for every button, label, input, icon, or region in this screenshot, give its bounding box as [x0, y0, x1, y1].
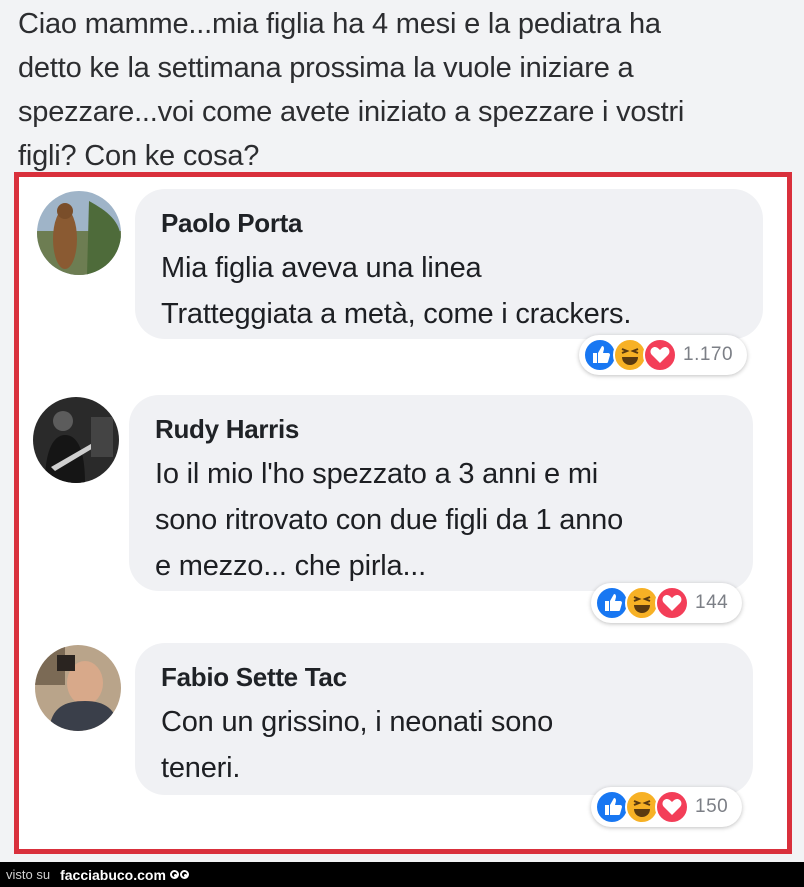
comment-line: Mia figlia aveva una linea — [161, 252, 482, 284]
reaction-icons — [595, 790, 689, 824]
eyes-logo-icon — [169, 870, 190, 879]
comment-line: teneri. — [161, 752, 241, 784]
comment-text: Io il mio l'ho spezzato a 3 anni e mi so… — [155, 451, 727, 589]
comment-line: Tratteggiata a metà, come i crackers. — [161, 298, 632, 330]
post-text: Ciao mamme...mia figlia ha 4 mesi e la p… — [18, 2, 798, 178]
comment-line: sono ritrovato con due figli da 1 anno — [155, 504, 623, 536]
reaction-count: 150 — [695, 796, 729, 817]
comment-text: Con un grissino, i neonati sono teneri. — [161, 699, 727, 791]
comment-bubble: Rudy Harris Io il mio l'ho spezzato a 3 … — [129, 395, 753, 591]
footer-visto-label: visto su — [6, 867, 51, 882]
reaction-count: 1.170 — [683, 344, 734, 365]
like-reaction-icon — [583, 338, 617, 372]
reactions-summary[interactable]: 150 — [591, 787, 743, 827]
footer-site-link[interactable]: facciabuco.com — [60, 867, 166, 883]
post-line: detto ke la settimana prossima la vuole … — [18, 52, 634, 84]
love-reaction-icon — [655, 586, 689, 620]
reaction-count: 144 — [695, 592, 729, 613]
like-reaction-icon — [595, 790, 629, 824]
haha-reaction-icon — [613, 338, 647, 372]
haha-reaction-icon — [625, 790, 659, 824]
comment-author[interactable]: Fabio Sette Tac — [161, 661, 727, 693]
reaction-icons — [583, 338, 677, 372]
avatar[interactable] — [33, 397, 119, 483]
comment-author[interactable]: Rudy Harris — [155, 413, 727, 445]
reaction-icons — [595, 586, 689, 620]
comment-author[interactable]: Paolo Porta — [161, 207, 737, 239]
comment-bubble: Fabio Sette Tac Con un grissino, i neona… — [135, 643, 753, 795]
comment-line: Io il mio l'ho spezzato a 3 anni e mi — [155, 458, 599, 490]
post-line: spezzare...voi come avete iniziato a spe… — [18, 96, 685, 128]
love-reaction-icon — [655, 790, 689, 824]
haha-reaction-icon — [625, 586, 659, 620]
avatar[interactable] — [35, 645, 121, 731]
like-reaction-icon — [595, 586, 629, 620]
comment-bubble: Paolo Porta Mia figlia aveva una linea T… — [135, 189, 763, 339]
comment-line: Con un grissino, i neonati sono — [161, 706, 553, 738]
watermark-footer: visto su facciabuco.com — [0, 862, 804, 887]
reactions-summary[interactable]: 1.170 — [579, 335, 748, 375]
comments-highlight-frame: Paolo Porta Mia figlia aveva una linea T… — [14, 172, 792, 854]
post-line: Ciao mamme...mia figlia ha 4 mesi e la p… — [18, 8, 661, 40]
reactions-summary[interactable]: 144 — [591, 583, 743, 623]
comment-text: Mia figlia aveva una linea Tratteggiata … — [161, 245, 737, 337]
love-reaction-icon — [643, 338, 677, 372]
avatar[interactable] — [37, 191, 121, 275]
